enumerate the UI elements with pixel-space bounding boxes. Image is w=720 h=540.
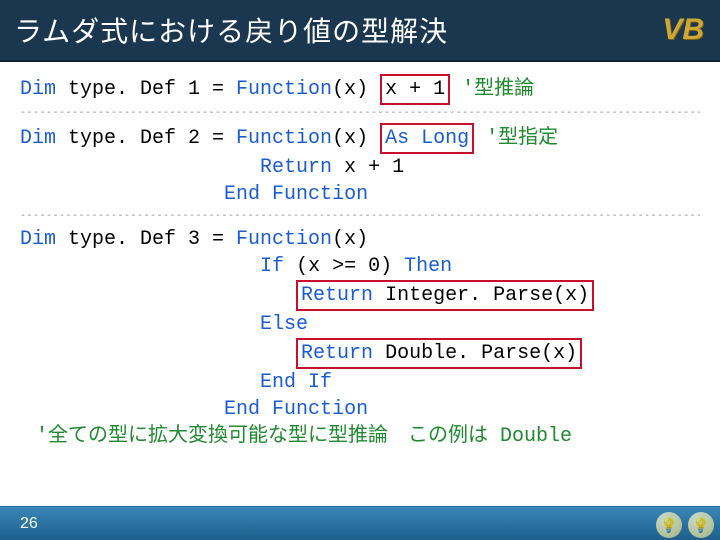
code-block-1: Dim type. Def 1 = Function(x) x + 1 '型推論 [20, 74, 700, 105]
kw-end-function: End Function [224, 398, 368, 421]
code-block-3-ret-int: Return Integer. Parse(x) [20, 280, 700, 311]
separator: ----------------------------------------… [20, 109, 700, 119]
lightbulb-icon: 💡 [688, 512, 714, 538]
ret-int: Integer. Parse(x) [373, 284, 589, 307]
code-block-2-line2: Return x + 1 [20, 154, 700, 181]
separator: ----------------------------------------… [20, 212, 700, 222]
comment-footer: '全ての型に拡大変換可能な型に型推論 この例は Double [20, 423, 700, 450]
kw-dim: Dim [20, 127, 56, 150]
code-block-3-endfunc: End Function [20, 396, 700, 423]
code-block-3-else: Else [20, 311, 700, 338]
highlight-expr-1: x + 1 [380, 74, 450, 105]
code-block-3-ret-dbl: Return Double. Parse(x) [20, 338, 700, 369]
code-block-2-line1: Dim type. Def 2 = Function(x) As Long '型… [20, 123, 700, 154]
decorative-bulbs: 💡 💡 [656, 512, 714, 538]
kw-dim: Dim [20, 78, 56, 101]
kw-dim: Dim [20, 228, 56, 251]
comment-1: '型推論 [450, 78, 534, 101]
kw-then: Then [404, 255, 452, 278]
code-block-3-endif: End If [20, 369, 700, 396]
kw-function: Function [236, 127, 332, 150]
kw-return: Return [301, 284, 373, 307]
slide-content: Dim type. Def 1 = Function(x) x + 1 '型推論… [0, 62, 720, 450]
slide-footer: 26 [0, 506, 720, 540]
kw-end-if: End If [260, 371, 332, 394]
kw-function: Function [236, 228, 332, 251]
code-block-3-line1: Dim type. Def 3 = Function(x) [20, 226, 700, 253]
slide-header: ラムダ式における戻り値の型解決 VB [0, 0, 720, 62]
args-3: (x) [332, 228, 368, 251]
vb-badge: VB [662, 13, 704, 47]
comment-2: '型指定 [474, 127, 558, 150]
kw-return: Return [260, 156, 332, 179]
ret-2: x + 1 [332, 156, 404, 179]
kw-end-function: End Function [224, 183, 368, 206]
kw-else: Else [260, 313, 308, 336]
highlight-ret-int: Return Integer. Parse(x) [296, 280, 594, 311]
kw-function: Function [236, 78, 332, 101]
if-cond: (x >= 0) [284, 255, 404, 278]
code-block-3-if: If (x >= 0) Then [20, 253, 700, 280]
slide-title: ラムダ式における戻り値の型解決 [14, 10, 448, 50]
kw-return: Return [301, 342, 373, 365]
ret-dbl: Double. Parse(x) [373, 342, 577, 365]
decl-3: type. Def 3 = [56, 228, 236, 251]
kw-if: If [260, 255, 284, 278]
highlight-as-long: As Long [380, 123, 474, 154]
args-2: (x) [332, 127, 380, 150]
decl-2: type. Def 2 = [56, 127, 236, 150]
code-block-2-line3: End Function [20, 181, 700, 208]
lightbulb-icon: 💡 [656, 512, 682, 538]
decl-1: type. Def 1 = [56, 78, 236, 101]
page-number: 26 [20, 515, 38, 533]
highlight-ret-dbl: Return Double. Parse(x) [296, 338, 582, 369]
args-1: (x) [332, 78, 380, 101]
